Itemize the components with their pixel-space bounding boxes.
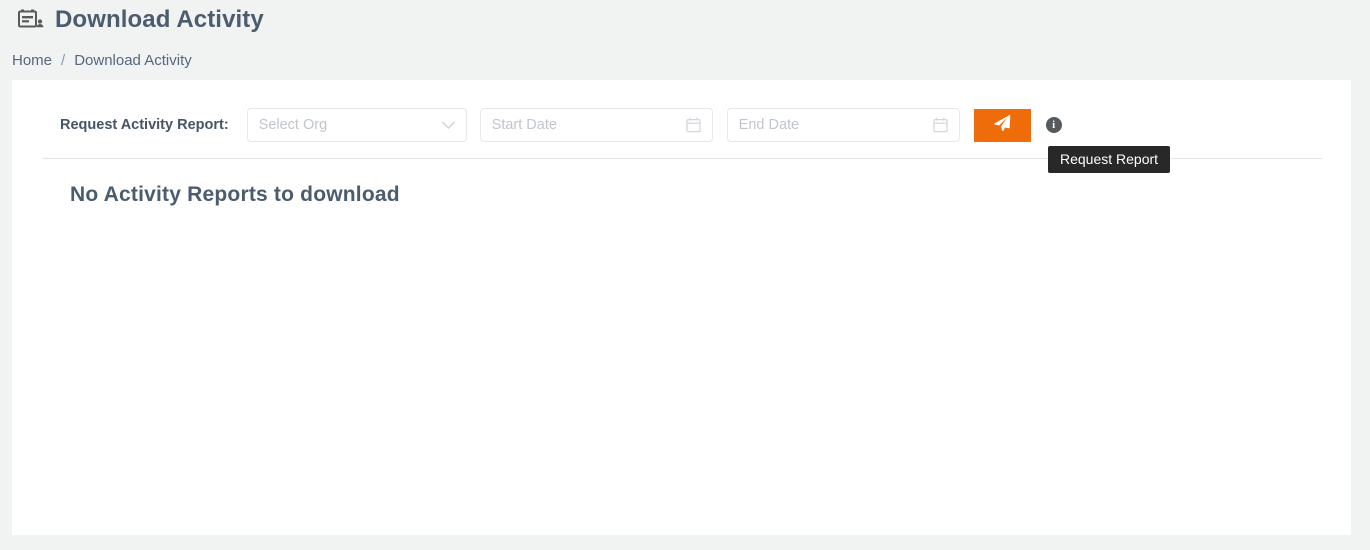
request-report-tooltip: Request Report bbox=[1048, 146, 1171, 174]
id-card-icon bbox=[18, 8, 44, 32]
breadcrumb-item-current: Download Activity bbox=[74, 51, 192, 69]
start-date-placeholder: Start Date bbox=[491, 116, 557, 133]
request-activity-report-label: Request Activity Report: bbox=[60, 117, 229, 133]
chevron-down-icon bbox=[441, 121, 455, 130]
page-header: Download Activity bbox=[0, 0, 1370, 40]
page-title: Download Activity bbox=[55, 6, 264, 33]
breadcrumb-separator: / bbox=[61, 51, 66, 69]
calendar-icon[interactable] bbox=[686, 117, 701, 133]
end-date-placeholder: End Date bbox=[738, 116, 800, 133]
calendar-icon[interactable] bbox=[933, 117, 948, 133]
breadcrumb-item-home[interactable]: Home bbox=[12, 52, 52, 69]
select-org-dropdown[interactable]: Select Org bbox=[246, 108, 467, 142]
start-date-input[interactable]: Start Date bbox=[479, 108, 713, 142]
main-card: Request Activity Report: Select Org Star… bbox=[12, 80, 1351, 535]
end-date-input[interactable]: End Date bbox=[726, 108, 960, 142]
info-circle-icon[interactable]: i bbox=[1045, 117, 1062, 133]
request-report-button[interactable] bbox=[973, 108, 1031, 142]
select-org-placeholder: Select Org bbox=[258, 116, 328, 133]
breadcrumb: Home / Download Activity bbox=[12, 48, 192, 72]
paper-plane-icon bbox=[993, 114, 1012, 136]
request-activity-report-form: Request Activity Report: Select Org Star… bbox=[12, 103, 1351, 147]
empty-state-message: No Activity Reports to download bbox=[70, 183, 400, 206]
